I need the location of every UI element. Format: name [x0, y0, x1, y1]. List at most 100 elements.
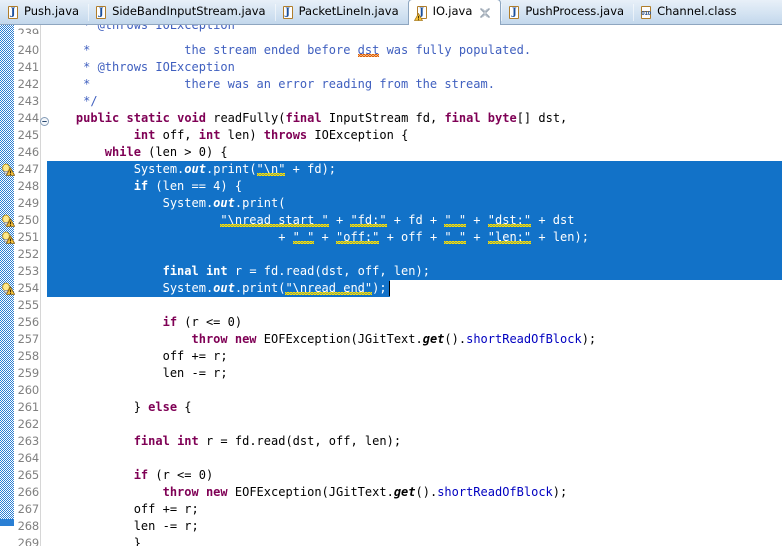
code-line[interactable]: 240 * the stream ended before dst was fu… [0, 42, 782, 59]
line-number: 259 [17, 366, 40, 380]
code-text[interactable]: final int r = fd.read(dst, off, len); [47, 433, 401, 450]
line-number: 253 [17, 264, 40, 278]
code-line[interactable]: 248 if (len == 4) { [0, 178, 782, 195]
code-line[interactable]: 253 final int r = fd.read(dst, off, len)… [0, 263, 782, 280]
java-file-icon [282, 5, 295, 20]
code-text[interactable]: off += r; [47, 348, 228, 365]
code-text[interactable]: * @throws IOException [47, 25, 235, 34]
code-line[interactable]: 247 System.out.print("\n" + fd); [0, 161, 782, 178]
code-text[interactable]: if (r <= 0) [47, 467, 213, 484]
warning-quickfix-icon[interactable] [1, 163, 16, 177]
code-text[interactable]: * @throws IOException [47, 59, 235, 76]
code-text[interactable]: while (len > 0) { [47, 144, 228, 161]
line-number: 265 [17, 468, 40, 482]
line-number: 246 [17, 145, 40, 159]
code-line[interactable]: 269 } [0, 535, 782, 546]
line-number: 257 [17, 332, 40, 346]
code-editor-area[interactable]: 239 * @throws IOException 240 * the strea… [0, 25, 782, 546]
code-text[interactable]: * the stream ended before dst was fully … [47, 42, 531, 59]
code-line[interactable]: 250 "\nread start " + "fd:" + fd + " " +… [0, 212, 782, 229]
code-text[interactable]: off += r; [47, 501, 199, 518]
line-number: 255 [17, 298, 40, 312]
code-text[interactable]: + " " + "off:" + off + " " + "len:" + le… [47, 229, 589, 246]
code-line[interactable]: 258 off += r; [0, 348, 782, 365]
code-text[interactable]: throw new EOFException(JGitText.get().sh… [47, 331, 597, 348]
code-line[interactable]: 262 [0, 416, 782, 433]
tab-packetlinein-java[interactable]: PacketLineIn.java [274, 0, 408, 25]
code-line[interactable]: 261 } else { [0, 399, 782, 416]
code-line[interactable]: 267 off += r; [0, 501, 782, 518]
code-line[interactable]: 257 throw new EOFException(JGitText.get(… [0, 331, 782, 348]
code-line[interactable]: 255 [0, 297, 782, 314]
line-number: 256 [17, 315, 40, 329]
line-number: 252 [17, 247, 40, 261]
code-line[interactable]: 260 [0, 382, 782, 399]
tab-channel-class[interactable]: Channel.class [633, 0, 745, 25]
code-text[interactable]: System.out.print("\n" + fd); [47, 161, 336, 178]
selection-highlight [47, 246, 782, 263]
line-number: 243 [17, 94, 40, 108]
code-line[interactable]: 241 * @throws IOException [0, 59, 782, 76]
code-text[interactable]: len -= r; [47, 518, 199, 535]
code-line[interactable]: 252 [0, 246, 782, 263]
code-text[interactable]: final int r = fd.read(dst, off, len); [47, 263, 430, 280]
code-text[interactable]: if (len == 4) { [47, 178, 242, 195]
code-line[interactable]: 263 final int r = fd.read(dst, off, len)… [0, 433, 782, 450]
line-number: 245 [17, 128, 40, 142]
code-fold-collapse-icon[interactable] [40, 114, 49, 126]
code-text[interactable]: public static void readFully(final Input… [47, 110, 567, 127]
code-line[interactable]: 244 public static void readFully(final I… [0, 110, 782, 127]
code-line[interactable]: 251 + " " + "off:" + off + " " + "len:" … [0, 229, 782, 246]
line-number: 240 [17, 43, 40, 57]
code-line[interactable]: 243 */ [0, 93, 782, 110]
code-line[interactable]: 246 while (len > 0) { [0, 144, 782, 161]
code-line[interactable]: 264 [0, 450, 782, 467]
code-line[interactable]: 259 len -= r; [0, 365, 782, 382]
eclipse-editor-window: Push.java SideBandInputStream.java Packe… [0, 0, 782, 546]
tab-pushprocess-java[interactable]: PushProcess.java [501, 0, 633, 25]
code-line[interactable]: 254 System.out.print("\nread end"); [0, 280, 782, 297]
tab-label: IO.java [432, 4, 473, 19]
close-icon[interactable] [479, 7, 491, 19]
tab-label: SideBandInputStream.java [112, 4, 266, 19]
warning-quickfix-icon[interactable] [1, 282, 16, 296]
warning-quickfix-icon[interactable] [1, 214, 16, 228]
tab-push-java[interactable]: Push.java [0, 0, 88, 25]
code-text[interactable]: * there was an error reading from the st… [47, 76, 495, 93]
line-number: 258 [17, 349, 40, 363]
code-line[interactable]: 249 System.out.print( [0, 195, 782, 212]
java-file-warning-icon [413, 5, 429, 21]
code-line[interactable]: 242 * there was an error reading from th… [0, 76, 782, 93]
code-text[interactable]: len -= r; [47, 365, 228, 382]
code-line[interactable]: 265 if (r <= 0) [0, 467, 782, 484]
text-caret [389, 281, 391, 296]
code-line[interactable]: 245 int off, int len) throws IOException… [0, 127, 782, 144]
line-number: 267 [17, 502, 40, 516]
code-text[interactable]: throw new EOFException(JGitText.get().sh… [47, 484, 568, 501]
code-line[interactable]: 268 len -= r; [0, 518, 782, 535]
line-number: 244 [17, 111, 40, 125]
code-text[interactable]: if (r <= 0) [47, 314, 242, 331]
line-number: 248 [17, 179, 40, 193]
code-text[interactable]: int off, int len) throws IOException { [47, 127, 409, 144]
code-line[interactable]: 266 throw new EOFException(JGitText.get(… [0, 484, 782, 501]
code-text[interactable]: System.out.print("\nread end"); [47, 280, 387, 297]
line-number: 264 [17, 451, 40, 465]
class-file-icon [640, 5, 653, 20]
line-number: 242 [17, 77, 40, 91]
tab-io-java[interactable]: IO.java [407, 0, 502, 25]
code-line[interactable]: 239 * @throws IOException [0, 25, 782, 34]
line-number: 249 [17, 196, 40, 210]
tab-label: PushProcess.java [525, 4, 625, 19]
code-text[interactable]: } else { [47, 399, 192, 416]
code-text[interactable]: System.out.print( [47, 195, 286, 212]
tab-sidebandinputstream-java[interactable]: SideBandInputStream.java [88, 0, 275, 25]
code-line[interactable]: 256 if (r <= 0) [0, 314, 782, 331]
line-number: 262 [17, 417, 40, 431]
line-number: 239 [17, 26, 40, 34]
code-text[interactable]: */ [47, 93, 97, 110]
warning-quickfix-icon[interactable] [1, 231, 16, 245]
code-text[interactable]: "\nread start " + "fd:" + fd + " " + "ds… [47, 212, 574, 229]
warning-triangle-icon [413, 12, 423, 21]
code-text[interactable]: } [47, 535, 141, 546]
